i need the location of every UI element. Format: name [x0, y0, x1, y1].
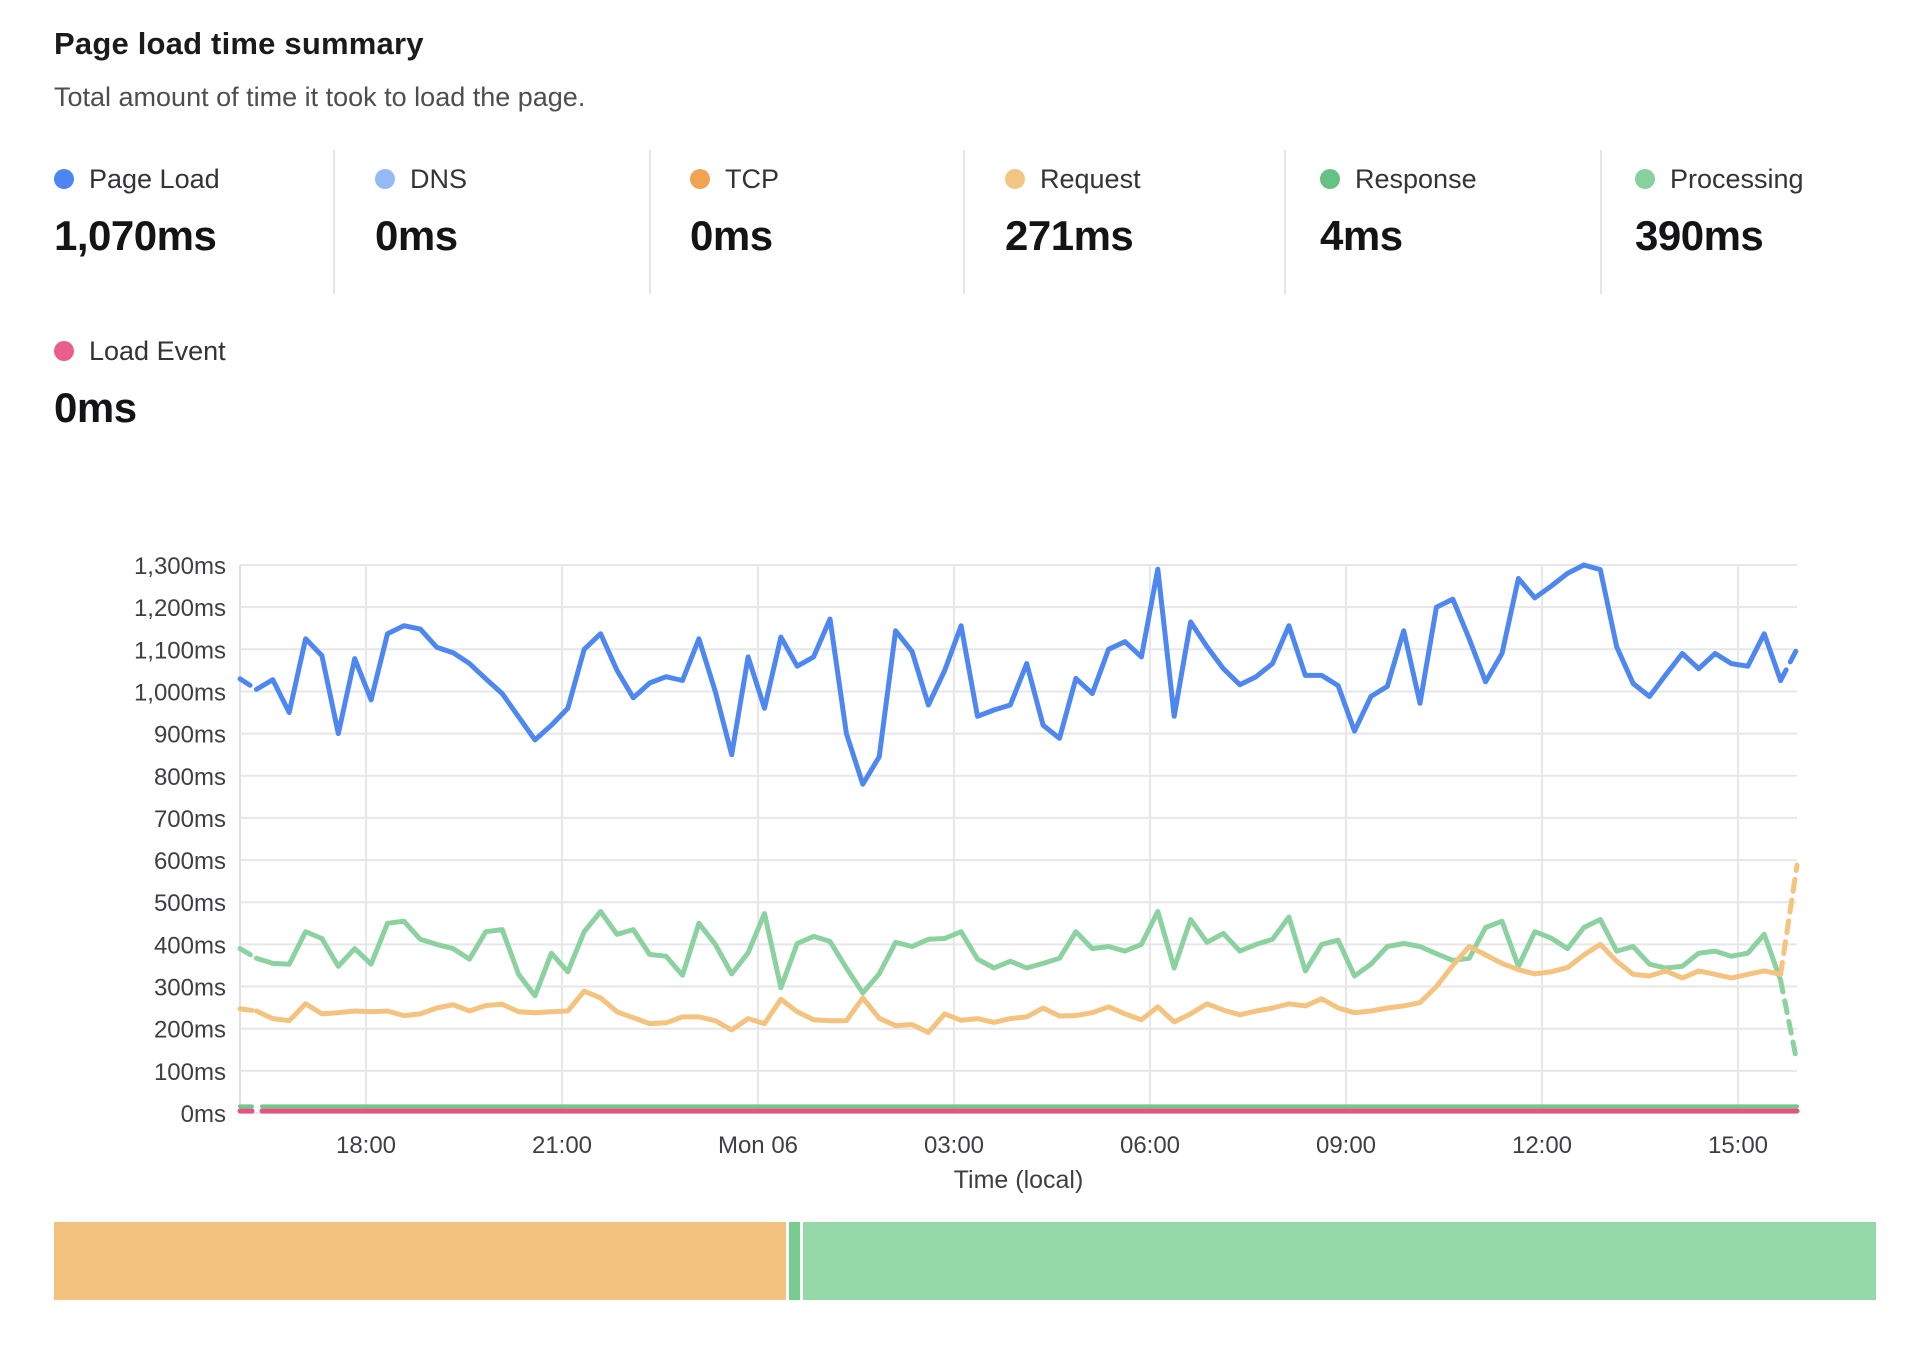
y-axis-label: 600ms	[154, 848, 226, 875]
metric-value: 0ms	[54, 384, 454, 432]
series-request	[240, 1009, 256, 1011]
breakdown-segment-processing[interactable]	[803, 1222, 1876, 1300]
metric-label: Page Load	[89, 164, 220, 195]
load-event-dot-icon	[54, 341, 74, 361]
y-axis-label: 400ms	[154, 932, 226, 959]
metric-value: 1,070ms	[54, 212, 354, 260]
series-processing	[1781, 980, 1797, 1062]
x-axis-label: 18:00	[336, 1132, 396, 1159]
series-page-load	[1781, 649, 1797, 681]
metric-label: TCP	[725, 164, 779, 195]
metric-divider	[1600, 150, 1602, 294]
metric-divider	[1284, 150, 1286, 294]
x-axis-label: 03:00	[924, 1132, 984, 1159]
request-dot-icon	[1005, 169, 1025, 189]
metric-label: Load Event	[89, 336, 226, 367]
page-title: Page load time summary	[54, 26, 424, 62]
y-axis-label: 200ms	[154, 1017, 226, 1044]
x-axis-label: Mon 06	[718, 1132, 798, 1159]
metric-divider	[963, 150, 965, 294]
page-subtitle: Total amount of time it took to load the…	[54, 82, 585, 113]
breakdown-segment-request[interactable]	[54, 1222, 786, 1300]
metric-page-load[interactable]: Page Load 1,070ms	[54, 164, 354, 260]
y-axis-label: 800ms	[154, 764, 226, 791]
metric-label: Processing	[1670, 164, 1804, 195]
y-axis-label: 1,100ms	[134, 637, 226, 664]
y-axis-label: 100ms	[154, 1059, 226, 1086]
x-axis-label: 15:00	[1708, 1132, 1768, 1159]
metric-value: 0ms	[375, 212, 675, 260]
metric-label: Response	[1355, 164, 1477, 195]
page-load-dot-icon	[54, 169, 74, 189]
y-axis-label: 300ms	[154, 975, 226, 1002]
metric-value: 0ms	[690, 212, 990, 260]
x-axis-title: Time (local)	[954, 1166, 1084, 1194]
y-axis-label: 1,300ms	[134, 553, 226, 580]
metric-value: 4ms	[1320, 212, 1620, 260]
page-load-dashboard: { "header": { "title": "Page load time s…	[0, 0, 1910, 1352]
tcp-dot-icon	[690, 169, 710, 189]
series-processing	[256, 912, 1780, 996]
load-time-chart[interactable]: 0ms 100ms 200ms 300ms 400ms 500ms 600ms 700ms 80…	[0, 430, 1910, 1230]
y-axis-label: 1,000ms	[134, 679, 226, 706]
metric-request[interactable]: Request 271ms	[1005, 164, 1305, 260]
metric-divider	[649, 150, 651, 294]
x-axis-label: 09:00	[1316, 1132, 1376, 1159]
metric-response[interactable]: Response 4ms	[1320, 164, 1620, 260]
y-axis-label: 700ms	[154, 806, 226, 833]
y-axis-label: 900ms	[154, 722, 226, 749]
load-time-chart-plot[interactable]: 0ms 100ms 200ms 300ms 400ms 500ms 600ms 700ms 80…	[0, 430, 1910, 1230]
series-processing	[240, 949, 256, 959]
dns-dot-icon	[375, 169, 395, 189]
y-axis-label: 1,200ms	[134, 595, 226, 622]
breakdown-segment-response[interactable]	[789, 1222, 800, 1300]
y-axis-label: 0ms	[181, 1101, 226, 1128]
series-request	[256, 944, 1780, 1032]
processing-dot-icon	[1635, 169, 1655, 189]
duration-breakdown-bar	[54, 1222, 1870, 1300]
metric-value: 390ms	[1635, 212, 1910, 260]
series-page-load	[256, 565, 1780, 784]
x-axis-label: 06:00	[1120, 1132, 1180, 1159]
x-axis-label: 12:00	[1512, 1132, 1572, 1159]
metric-tcp[interactable]: TCP 0ms	[690, 164, 990, 260]
metric-processing[interactable]: Processing 390ms	[1635, 164, 1910, 260]
series-request	[1781, 865, 1797, 974]
response-dot-icon	[1320, 169, 1340, 189]
metric-load-event[interactable]: Load Event 0ms	[54, 336, 454, 432]
metric-dns[interactable]: DNS 0ms	[375, 164, 675, 260]
metric-label: Request	[1040, 164, 1141, 195]
metric-divider	[333, 150, 335, 294]
series-page-load	[240, 679, 256, 690]
metric-value: 271ms	[1005, 212, 1305, 260]
metric-label: DNS	[410, 164, 467, 195]
y-axis-label: 500ms	[154, 890, 226, 917]
x-axis-label: 21:00	[532, 1132, 592, 1159]
